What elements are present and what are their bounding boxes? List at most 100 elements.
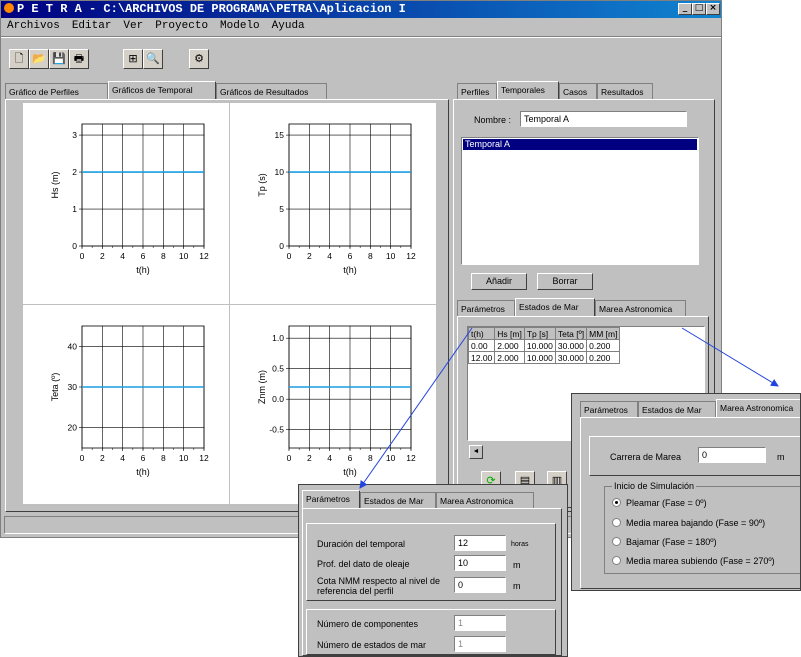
y-tick-label: 0 <box>279 241 284 251</box>
y-tick-label: 3 <box>72 130 77 140</box>
subtab-estados-de-mar[interactable]: Estados de Mar <box>515 298 595 316</box>
temporal-list[interactable]: Temporal A <box>461 137 699 265</box>
x-tick-label: 6 <box>348 453 353 463</box>
option-media-bajando[interactable]: Media marea bajando (Fase = 90º) <box>612 518 765 528</box>
table-cell[interactable]: 0.00 <box>468 339 496 352</box>
minimize-button[interactable]: _ <box>678 3 692 15</box>
table-row[interactable]: 12.00 2.000 10.000 30.000 0.200 <box>468 351 621 364</box>
inicio-group-label: Inicio de Simulación <box>612 481 697 491</box>
marea-tab-estados[interactable]: Estados de Mar <box>638 401 716 417</box>
save-icon[interactable]: 💾 <box>49 49 69 69</box>
y-tick-label: 10 <box>275 167 285 177</box>
marea-tab-parametros[interactable]: Parámetros <box>580 401 638 417</box>
num-componentes-label: Número de componentes <box>317 619 419 629</box>
num-estados-label: Número de estados de mar <box>317 640 427 650</box>
tab-graficos-resultados[interactable]: Gráficos de Resultados <box>216 83 327 99</box>
radio-media-bajando[interactable] <box>612 518 621 527</box>
menu-proyecto[interactable]: Proyecto <box>155 20 208 32</box>
popup-tab-marea[interactable]: Marea Astronomica <box>436 492 534 508</box>
tab-casos[interactable]: Casos <box>559 83 597 99</box>
x-tick-label: 0 <box>287 453 292 463</box>
prof-input[interactable]: 10 <box>454 555 506 571</box>
table-cell[interactable]: 2.000 <box>494 351 525 364</box>
toolbar-divider-highlight <box>1 37 721 38</box>
zoom-in-icon[interactable]: ⊞ <box>123 49 143 69</box>
carrera-label: Carrera de Marea <box>610 452 682 462</box>
option-media-subiendo[interactable]: Media marea subiendo (Fase = 270º) <box>612 556 775 566</box>
window-title: P E T R A - C:\ARCHIVOS DE PROGRAMA\PETR… <box>17 2 406 16</box>
x-tick-label: 12 <box>406 453 416 463</box>
duracion-input[interactable]: 12 <box>454 535 506 551</box>
table-cell[interactable]: 0.200 <box>586 339 621 352</box>
tab-perfiles[interactable]: Perfiles <box>457 83 497 99</box>
x-tick-label: 12 <box>199 453 209 463</box>
settings-gear-icon[interactable]: ⚙ <box>189 49 209 69</box>
y-axis-label: Tp (s) <box>257 173 267 197</box>
table-cell[interactable]: 30.000 <box>554 339 588 352</box>
x-tick-label: 2 <box>307 453 312 463</box>
x-tick-label: 10 <box>386 453 396 463</box>
option-pleamar[interactable]: Pleamar (Fase = 0º) <box>612 498 707 508</box>
table-cell[interactable]: 10.000 <box>523 339 556 352</box>
marea-tab-marea[interactable]: Marea Astronomica <box>716 399 800 417</box>
radio-bajamar[interactable] <box>612 537 621 546</box>
table-cell[interactable]: 0.200 <box>586 351 621 364</box>
app-logo-icon <box>4 3 14 13</box>
anadir-button[interactable]: Añadir <box>471 273 527 290</box>
zoom-icon[interactable]: 🔍 <box>143 49 163 69</box>
table-cell[interactable]: 30.000 <box>554 351 588 364</box>
borrar-button[interactable]: Borrar <box>537 273 593 290</box>
header-th[interactable]: t(h) <box>468 327 496 340</box>
tab-temporales[interactable]: Temporales <box>497 81 559 99</box>
menu-modelo[interactable]: Modelo <box>220 20 260 32</box>
subtab-parametros[interactable]: Parámetros <box>457 300 515 316</box>
popup-tab-estados[interactable]: Estados de Mar <box>360 492 436 508</box>
table-header-row: t(h) Hs [m] Tp [s] Teta [º] MM [m] <box>468 327 621 340</box>
radio-media-subiendo[interactable] <box>612 556 621 565</box>
y-tick-label: 30 <box>68 382 78 392</box>
header-teta[interactable]: Teta [º] <box>554 327 588 340</box>
menu-archivos[interactable]: Archivos <box>7 20 60 32</box>
y-tick-label: 1 <box>72 204 77 214</box>
header-mm[interactable]: MM [m] <box>586 327 621 340</box>
tab-resultados[interactable]: Resultados <box>597 83 653 99</box>
print-icon[interactable]: 🖶 <box>69 49 89 69</box>
header-hs[interactable]: Hs [m] <box>494 327 525 340</box>
option-bajamar[interactable]: Bajamar (Fase = 180º) <box>612 537 717 547</box>
duracion-unit: horas <box>511 541 529 548</box>
maximize-button[interactable]: □ <box>692 3 706 15</box>
num-componentes-input[interactable]: 1 <box>454 615 506 631</box>
scroll-left-icon[interactable]: ◄ <box>469 445 483 459</box>
tab-grafico-perfiles[interactable]: Gráfico de Perfiles <box>5 83 108 99</box>
option-bajamar-label: Bajamar (Fase = 180º) <box>626 537 717 547</box>
menu-ver[interactable]: Ver <box>123 20 143 32</box>
x-axis-label: t(h) <box>343 467 357 477</box>
x-axis-label: t(h) <box>136 467 150 477</box>
tab-graficos-temporal[interactable]: Gráficos de Temporal <box>108 81 216 99</box>
y-axis-label: Teta (º) <box>50 373 60 402</box>
table-cell[interactable]: 10.000 <box>523 351 556 364</box>
y-axis-label: Znm (m) <box>257 370 267 404</box>
title-bar[interactable]: P E T R A - C:\ARCHIVOS DE PROGRAMA\PETR… <box>1 1 721 18</box>
close-button[interactable]: × <box>706 3 720 15</box>
new-file-icon[interactable]: 🗋 <box>9 49 29 69</box>
open-folder-icon[interactable]: 📂 <box>29 49 49 69</box>
table-row[interactable]: 0.00 2.000 10.000 30.000 0.200 <box>468 339 621 352</box>
y-tick-label: 2 <box>72 167 77 177</box>
radio-pleamar[interactable] <box>612 498 621 507</box>
table-cell[interactable]: 12.00 <box>468 351 496 364</box>
menu-editar[interactable]: Editar <box>72 20 112 32</box>
temporal-list-item[interactable]: Temporal A <box>463 139 697 150</box>
prof-unit: m <box>513 560 521 570</box>
popup-tab-parametros[interactable]: Parámetros <box>302 490 360 508</box>
subtab-marea-astronomica[interactable]: Marea Astronomica <box>595 300 686 316</box>
duracion-label: Duración del temporal <box>317 539 406 549</box>
carrera-input[interactable]: 0 <box>698 447 766 463</box>
cota-input[interactable]: 0 <box>454 577 506 593</box>
cota-label: Cota NMM respecto al nivel de referencia… <box>317 576 441 596</box>
header-tp[interactable]: Tp [s] <box>523 327 556 340</box>
table-cell[interactable]: 2.000 <box>494 339 525 352</box>
menu-ayuda[interactable]: Ayuda <box>272 20 305 32</box>
nombre-input[interactable]: Temporal A <box>520 111 687 127</box>
num-estados-input[interactable]: 1 <box>454 636 506 652</box>
